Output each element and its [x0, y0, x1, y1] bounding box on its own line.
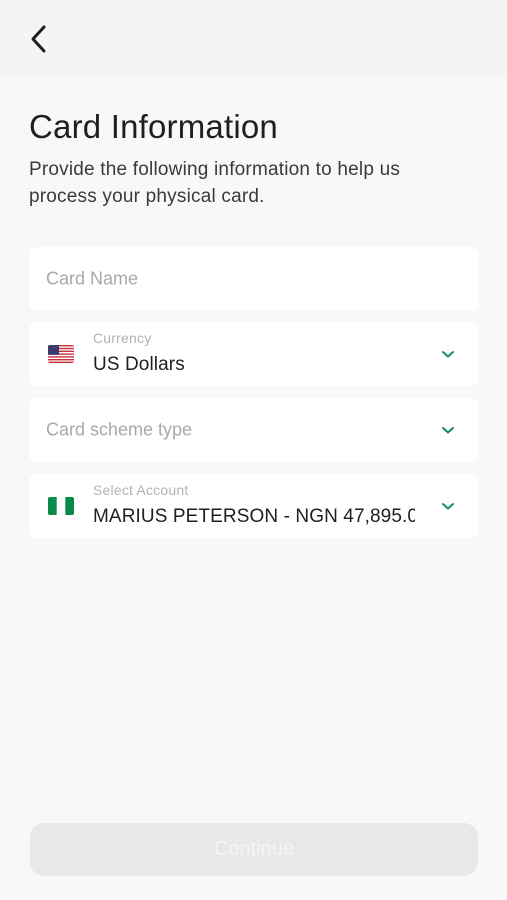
currency-select[interactable]: Currency US Dollars: [29, 322, 479, 386]
currency-label: Currency: [93, 330, 152, 346]
card-scheme-placeholder: Card scheme type: [46, 419, 193, 440]
back-button[interactable]: [22, 22, 56, 56]
chevron-down-icon: [442, 503, 454, 510]
chevron-down-icon: [442, 351, 454, 358]
card-name-field[interactable]: Card Name: [29, 247, 479, 311]
continue-button[interactable]: Continue: [30, 823, 478, 876]
us-flag-icon: [48, 345, 74, 363]
card-scheme-select[interactable]: Card scheme type: [29, 398, 479, 462]
account-label: Select Account: [93, 482, 189, 498]
page-title: Card Information: [29, 108, 278, 145]
chevron-down-icon: [442, 427, 454, 434]
nigeria-flag-icon: [48, 497, 74, 515]
currency-value: US Dollars: [93, 354, 185, 375]
account-value: MARIUS PETERSON - NGN 47,895.00: [93, 506, 415, 527]
chevron-left-icon: [31, 25, 46, 53]
account-select[interactable]: Select Account MARIUS PETERSON - NGN 47,…: [29, 474, 479, 538]
card-name-placeholder: Card Name: [46, 268, 139, 289]
page-subtitle: Provide the following information to hel…: [29, 159, 401, 207]
top-bar: [0, 0, 507, 78]
